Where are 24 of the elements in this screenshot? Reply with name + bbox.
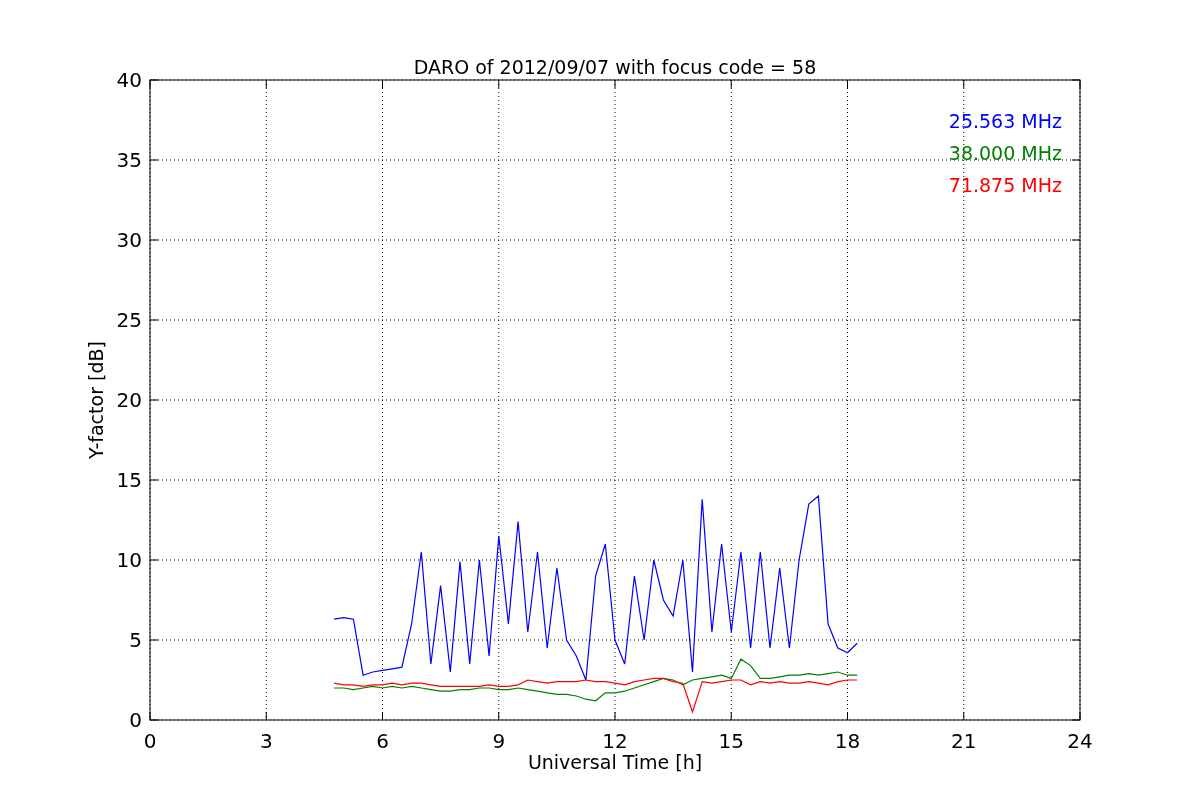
tick-label: 0 xyxy=(143,729,157,753)
tick-label: 10 xyxy=(116,548,142,572)
tick-label: 24 xyxy=(1067,729,1093,753)
tick-label: 3 xyxy=(259,729,273,753)
tick-label: 20 xyxy=(116,388,142,412)
y-axis-label: Y-factor [dB] xyxy=(85,341,107,459)
tick-label: 5 xyxy=(129,628,142,652)
tick-label: 9 xyxy=(492,729,506,753)
legend-label: 71.875 MHz xyxy=(948,174,1062,196)
tick-label: 35 xyxy=(116,148,142,172)
tick-label: 15 xyxy=(718,729,744,753)
tick-label: 18 xyxy=(834,729,861,753)
tick-label: 25 xyxy=(116,308,142,332)
tick-label: 12 xyxy=(602,729,628,753)
legend-label: 38.000 MHz xyxy=(948,142,1062,164)
tick-label: 21 xyxy=(951,729,977,753)
chart-title: DARO of 2012/09/07 with focus code = 58 xyxy=(413,56,817,78)
tick-label: 30 xyxy=(116,228,142,252)
tick-label: 15 xyxy=(116,468,142,492)
tick-label: 0 xyxy=(129,708,142,732)
tick-label: 40 xyxy=(116,68,142,92)
x-axis-label: Universal Time [h] xyxy=(527,751,703,773)
tick-label: 6 xyxy=(376,729,389,753)
legend-label: 25.563 MHz xyxy=(948,110,1062,132)
